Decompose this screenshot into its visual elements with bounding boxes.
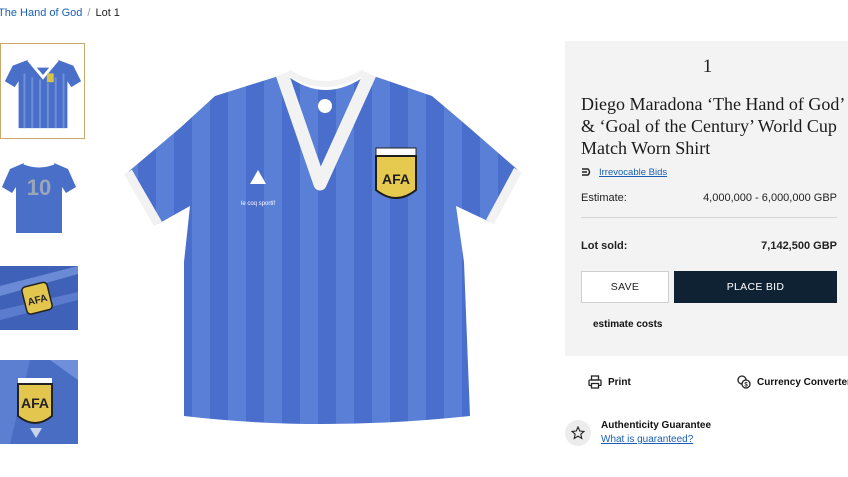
shirt-number-label: 10 [27,175,51,200]
printer-icon [588,375,602,389]
breadcrumb: The Hand of God / Lot 1 [0,7,120,19]
thumbnail-shirt-front[interactable] [0,43,85,139]
star-icon [565,420,591,446]
shirt-front-image-icon: le coq sportif AFA [124,69,522,424]
thumbnail-shirt-back[interactable]: 10 [0,153,78,241]
lot-info-panel: 1 Diego Maradona ‘The Hand of God’ & ‘Go… [565,41,848,356]
lot-sold-row: Lot sold: 7,142,500 GBP [581,240,837,252]
currency-converter-icon: $ [737,375,751,389]
authenticity-title: Authenticity Guarantee [601,420,712,431]
irrevocable-bids-link[interactable]: Irrevocable Bids [599,167,667,178]
svg-text:AFA: AFA [382,171,410,187]
save-button[interactable]: SAVE [581,271,669,303]
svg-text:AFA: AFA [21,395,49,411]
print-label: Print [608,376,631,388]
svg-text:le coq sportif: le coq sportif [241,201,275,207]
main-shirt-image[interactable]: le coq sportif AFA [120,66,525,432]
print-button[interactable]: Print [588,375,631,389]
estimate-costs-link[interactable]: estimate costs [593,319,662,330]
breadcrumb-parent-link[interactable]: The Hand of God [0,7,82,19]
estimate-row: Estimate: 4,000,000 - 6,000,000 GBP [581,192,837,204]
breadcrumb-separator: / [87,7,91,19]
afa-badge: AFA [375,147,417,199]
shirt-front-thumbnail-icon [4,58,82,129]
thumbnail-badge-closeup[interactable]: AFA [0,360,78,444]
currency-converter-label: Currency Converter [757,376,848,388]
what-is-guaranteed-link[interactable]: What is guaranteed? [601,434,711,445]
authenticity-guarantee: Authenticity Guarantee What is guarantee… [565,420,711,446]
divider [581,217,837,218]
estimate-value: 4,000,000 - 6,000,000 GBP [703,192,837,204]
irrevocable-bids: Irrevocable Bids [581,166,667,178]
badge-closeup-icon: AFA [0,360,78,444]
lot-title: Diego Maradona ‘The Hand of God’ & ‘Goal… [581,94,845,158]
place-bid-button[interactable]: PLACE BID [674,271,837,303]
badge-detail-icon: AFA [0,266,78,330]
currency-converter-button[interactable]: $ Currency Converter [737,375,848,389]
breadcrumb-current: Lot 1 [95,7,120,19]
estimate-label: Estimate: [581,192,627,204]
lot-number: 1 [702,56,713,77]
lot-sold-value: 7,142,500 GBP [761,240,837,252]
shirt-back-number-10-icon: 10 [2,161,76,233]
irrevocable-bids-icon [582,168,591,176]
thumbnail-badge-detail[interactable]: AFA [0,266,78,330]
lot-sold-label: Lot sold: [581,240,628,252]
